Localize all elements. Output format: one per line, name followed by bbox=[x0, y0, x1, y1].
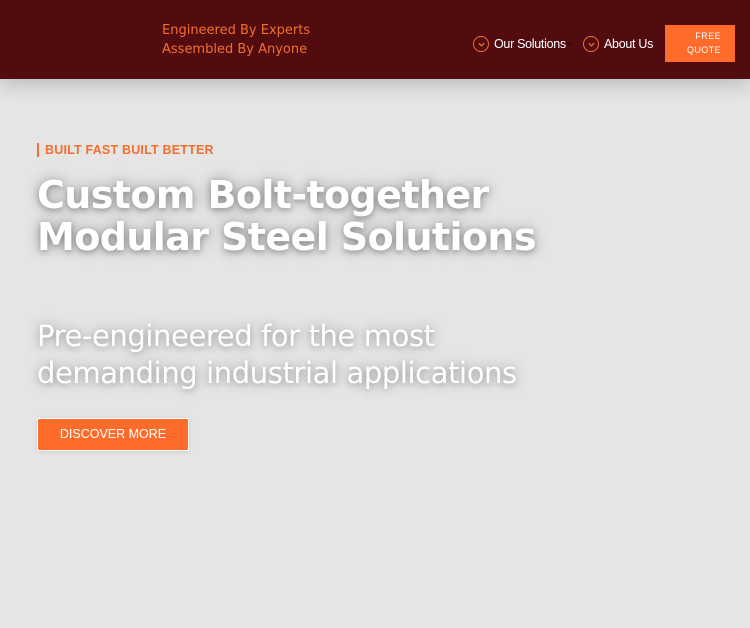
nav-our-solutions[interactable]: Our Solutions bbox=[473, 34, 566, 54]
nav-about-us-label: About Us bbox=[604, 37, 654, 51]
hero-subtitle: Pre-engineered for the most demanding in… bbox=[37, 318, 557, 392]
free-quote-line-1: FREE bbox=[695, 31, 721, 41]
chevron-down-circle-icon bbox=[583, 36, 599, 52]
discover-more-button[interactable]: DISCOVER MORE bbox=[37, 418, 189, 451]
nav-our-solutions-label: Our Solutions bbox=[494, 37, 566, 51]
tagline-line-2: Assembled By Anyone bbox=[162, 42, 308, 57]
tagline: Engineered By Experts Assembled By Anyon… bbox=[162, 21, 310, 59]
chevron-down-circle-icon bbox=[473, 36, 489, 52]
hero-subtitle-line-1: Pre-engineered for the most bbox=[37, 319, 435, 353]
site-header: Engineered By Experts Assembled By Anyon… bbox=[0, 0, 750, 79]
hero-eyebrow: BUILT FAST BUILT BETTER bbox=[37, 143, 214, 157]
nav-about-us[interactable]: About Us bbox=[583, 34, 653, 54]
hero-title: Custom Bolt-together Modular Steel Solut… bbox=[37, 174, 557, 258]
free-quote-line-2: QUOTE bbox=[686, 45, 721, 55]
hero-title-line-2: Modular Steel Solutions bbox=[37, 215, 536, 259]
tagline-line-1: Engineered By Experts bbox=[162, 23, 311, 38]
dropdown-caret-icon bbox=[566, 41, 572, 46]
hero-subtitle-line-2: demanding industrial applications bbox=[37, 356, 517, 390]
free-quote-button[interactable]: FREE QUOTE bbox=[665, 25, 735, 62]
hero-title-line-1: Custom Bolt-together bbox=[37, 173, 489, 217]
